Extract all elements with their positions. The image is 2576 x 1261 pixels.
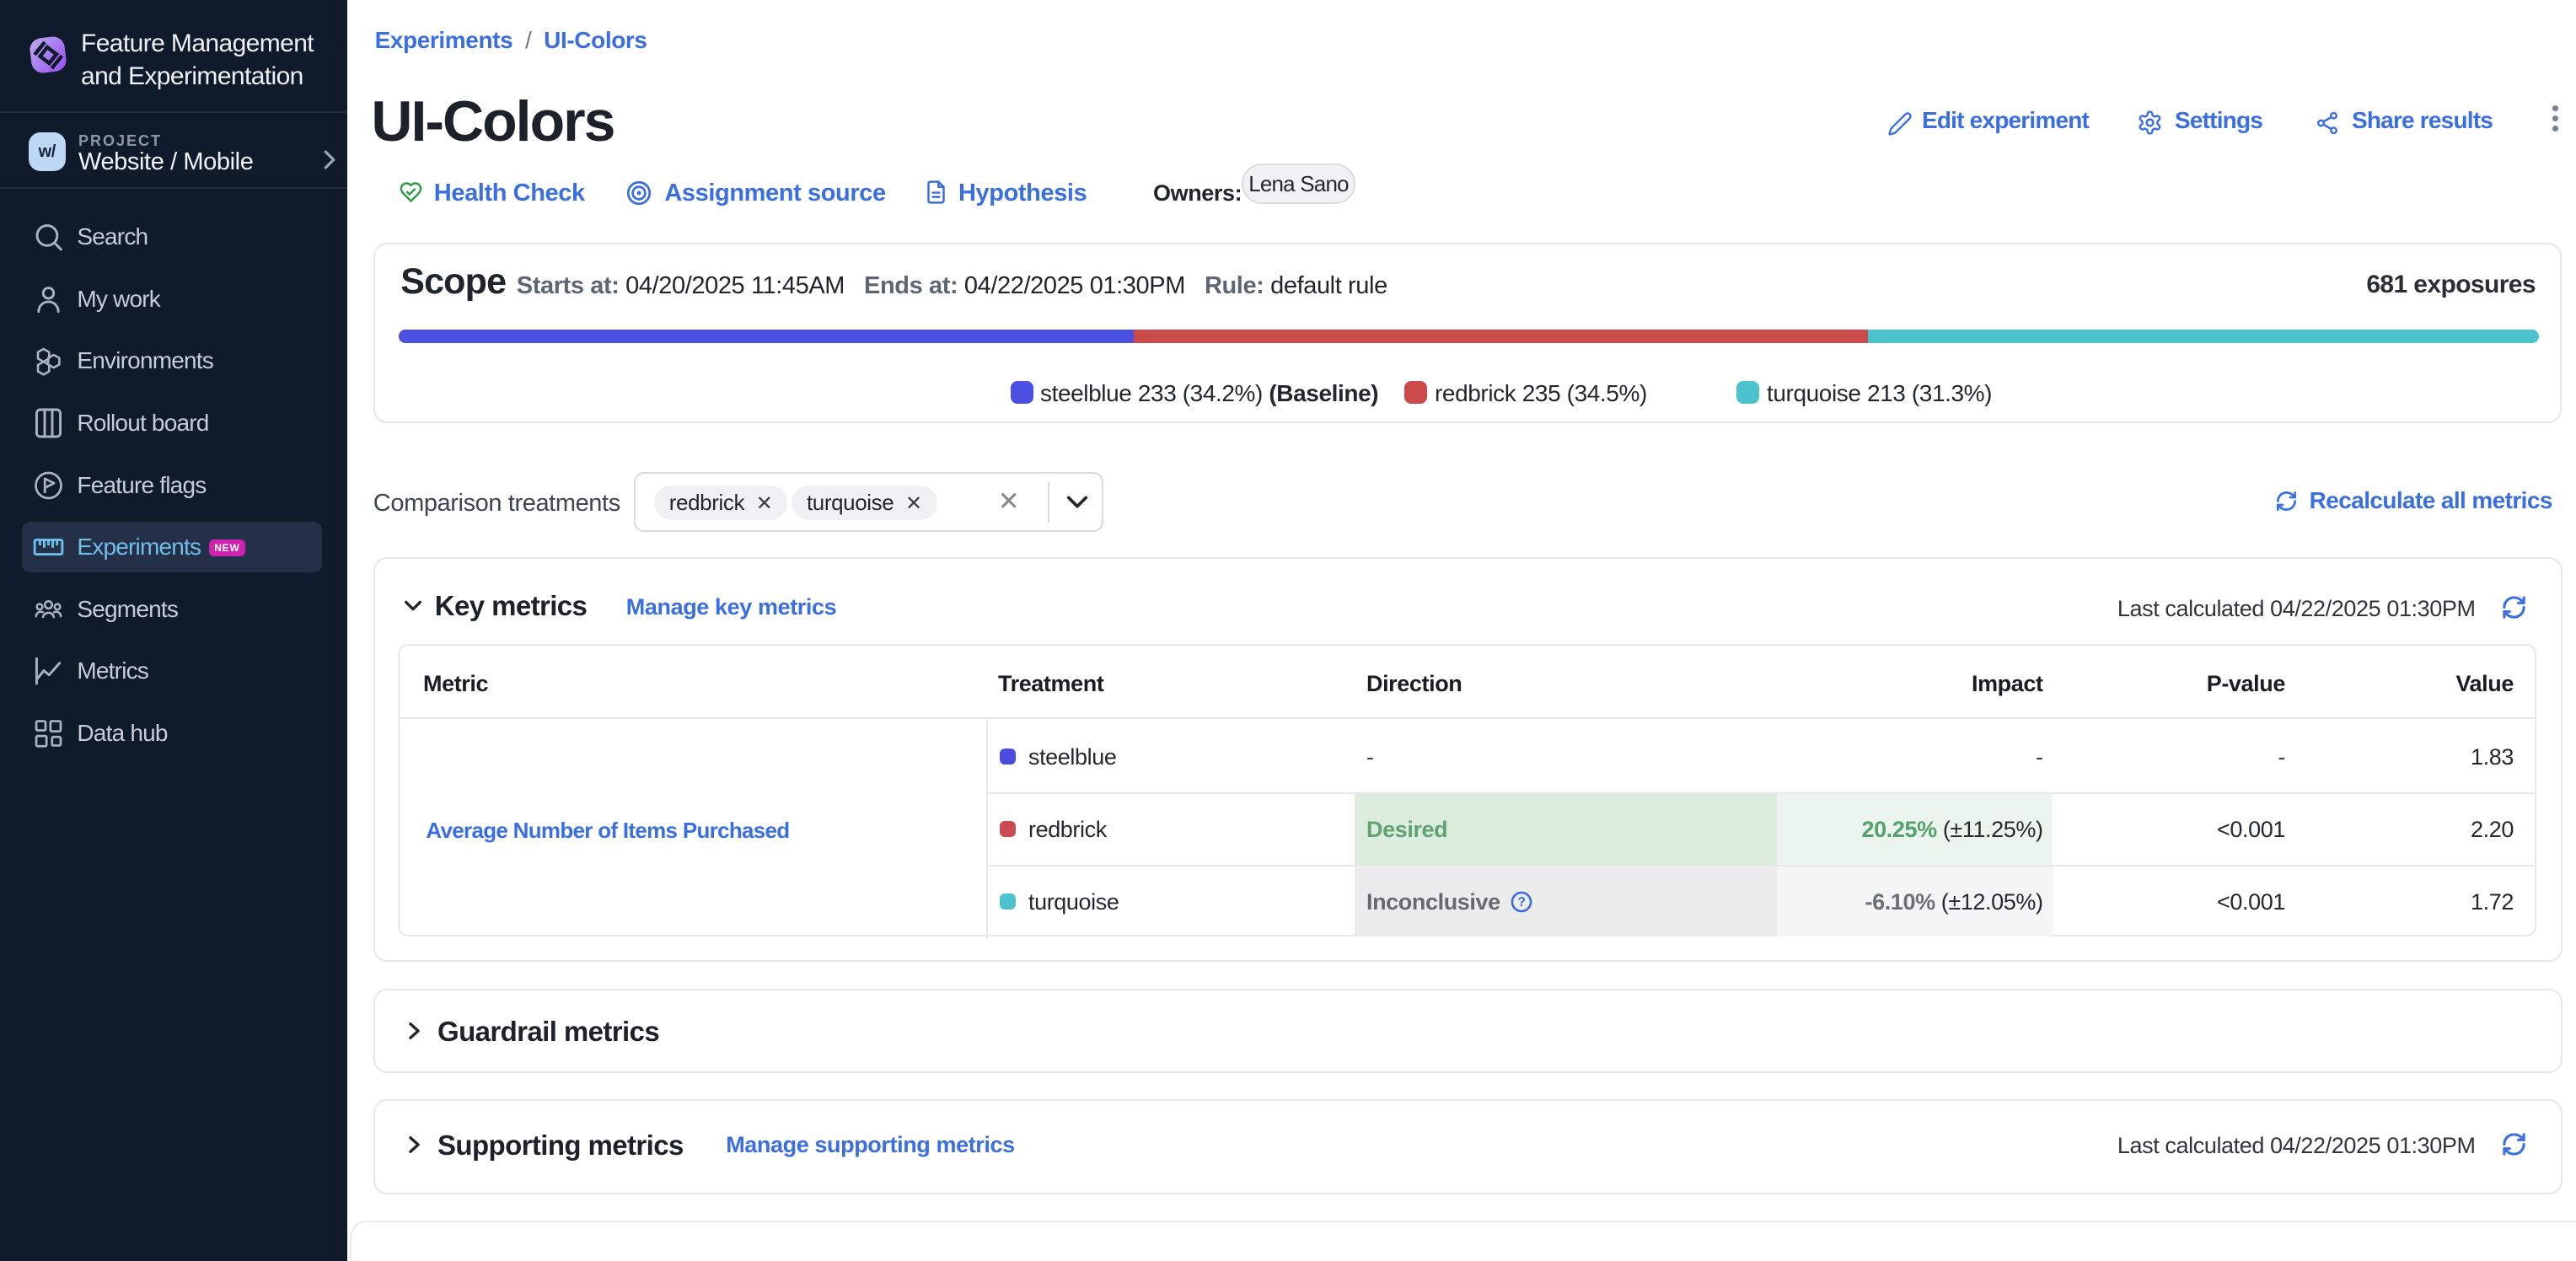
svg-text:?: ? <box>1517 895 1525 910</box>
